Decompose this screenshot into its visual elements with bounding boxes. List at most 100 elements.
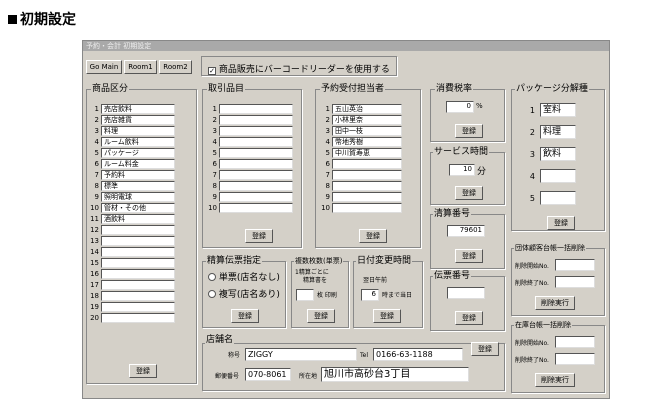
shop-register-button[interactable]: 登録	[471, 342, 499, 356]
room2-button[interactable]: Room2	[159, 60, 192, 74]
product-category-input[interactable]	[101, 247, 175, 257]
trade-item-input[interactable]	[219, 203, 293, 213]
staff-input[interactable]	[332, 159, 402, 169]
trade-item-row: 6	[207, 159, 293, 169]
product-category-input[interactable]: 酒飲料	[101, 214, 175, 224]
staff-input[interactable]	[332, 170, 402, 180]
stock-delete-run-button[interactable]: 削除実行	[535, 373, 575, 387]
staff-input[interactable]	[332, 181, 402, 191]
trade-item-input[interactable]	[219, 137, 293, 147]
product-category-input[interactable]: 売店雑貨	[101, 115, 175, 125]
barcode-checkbox[interactable]: ✓	[208, 67, 216, 75]
product-category-input[interactable]: 売店飲料	[101, 104, 175, 114]
product-category-input[interactable]: ルーム飲料	[101, 137, 175, 147]
package-input[interactable]: 飲料	[540, 147, 576, 161]
staff-input[interactable]: 小林里奈	[332, 115, 402, 125]
tax-register-button[interactable]: 登録	[455, 124, 483, 138]
stock-delete-start-input[interactable]	[555, 336, 595, 348]
product-category-input[interactable]	[101, 225, 175, 235]
group-delete-run-button[interactable]: 削除実行	[535, 296, 575, 310]
product-category-input[interactable]: 管材・その他	[101, 203, 175, 213]
trade-item-input[interactable]	[219, 170, 293, 180]
staff-input[interactable]: 中川賀寿恵	[332, 148, 402, 158]
shop-address-input[interactable]: 旭川市高砂台3丁目	[321, 367, 469, 382]
trade-item-input[interactable]	[219, 104, 293, 114]
slip-no-input[interactable]	[447, 287, 485, 299]
package-input[interactable]	[540, 169, 576, 183]
trade-item-row: 8	[207, 181, 293, 191]
slip-single-radio-row[interactable]: 単票(店名なし)	[208, 270, 280, 283]
slip-no-register-button[interactable]: 登録	[455, 311, 483, 325]
room1-button[interactable]: Room1	[124, 60, 157, 74]
product-category-input[interactable]: 予約料	[101, 170, 175, 180]
staff-input[interactable]	[332, 192, 402, 202]
date-change-note: 翌日午前	[363, 277, 388, 284]
slip-copy-radio-row[interactable]: 複写(店名あり)	[208, 287, 280, 300]
staff-number: 8	[325, 181, 330, 190]
staff-number: 3	[325, 126, 330, 135]
trade-item-input[interactable]	[219, 148, 293, 158]
staff-row: 4 幣地秀樹	[320, 137, 402, 147]
staff-input[interactable]: 幣地秀樹	[332, 137, 402, 147]
shop-zip-input[interactable]: 070-8061	[245, 368, 291, 381]
group-delete-start-input[interactable]	[555, 259, 595, 271]
staff-number: 7	[325, 170, 330, 179]
staff-input[interactable]: 五山英治	[332, 104, 402, 114]
stock-delete-title: 在庫台帳一括削除	[514, 320, 572, 330]
product-category-number: 6	[94, 159, 99, 168]
staff-input[interactable]	[332, 203, 402, 213]
print-count-input[interactable]	[296, 289, 314, 301]
service-time-unit: 分	[477, 167, 487, 177]
product-category-input[interactable]: 標準	[101, 181, 175, 191]
product-category-input[interactable]	[101, 269, 175, 279]
product-category-row: 3 料理	[89, 126, 175, 136]
slip-setting-register-button[interactable]: 登録	[231, 309, 259, 323]
product-category-input[interactable]	[101, 302, 175, 312]
product-category-input[interactable]: 料理	[101, 126, 175, 136]
shop-tel-input[interactable]: 0166-63-1188	[373, 348, 463, 361]
reservation-staff-register-button[interactable]: 登録	[359, 229, 387, 243]
date-change-register-button[interactable]: 登録	[373, 309, 401, 323]
group-delete-end-input[interactable]	[555, 276, 595, 288]
service-time-register-button[interactable]: 登録	[455, 186, 483, 200]
product-category-number: 18	[90, 291, 99, 300]
package-input[interactable]	[540, 191, 576, 205]
staff-input[interactable]: 田中一枝	[332, 126, 402, 136]
print-count-register-button[interactable]: 登録	[307, 309, 335, 323]
trade-item-input[interactable]	[219, 181, 293, 191]
product-category-input[interactable]: 照明電球	[101, 192, 175, 202]
product-category-input[interactable]: ルーム料金	[101, 159, 175, 169]
trade-item-input[interactable]	[219, 126, 293, 136]
stock-delete-end-input[interactable]	[555, 353, 595, 365]
trade-item-number: 3	[212, 126, 217, 135]
package-number: 1	[529, 105, 535, 115]
product-category-input[interactable]: パッケージ	[101, 148, 175, 158]
go-main-button[interactable]: Go Main	[86, 60, 122, 74]
settlement-no-register-button[interactable]: 登録	[455, 249, 483, 263]
product-category-register-button[interactable]: 登録	[129, 364, 157, 378]
trade-item-input[interactable]	[219, 159, 293, 169]
trade-item-input[interactable]	[219, 192, 293, 202]
product-category-input[interactable]	[101, 313, 175, 323]
slip-no-title: 伝票番号	[433, 271, 472, 281]
product-category-input[interactable]	[101, 258, 175, 268]
shop-name-input[interactable]: ZIGGY	[245, 348, 357, 361]
product-category-input[interactable]	[101, 236, 175, 246]
service-time-input[interactable]: 10	[449, 164, 475, 176]
staff-number: 2	[325, 115, 330, 124]
date-change-input[interactable]: 6	[361, 289, 379, 301]
package-input[interactable]: 室料	[540, 103, 576, 117]
barcode-checkbox-row[interactable]: ✓ 商品販売にバーコードリーダーを使用する	[208, 62, 390, 75]
product-category-input[interactable]	[101, 291, 175, 301]
product-category-number: 12	[90, 225, 99, 234]
trade-items-register-button[interactable]: 登録	[245, 229, 273, 243]
tax-input[interactable]: 0	[446, 101, 474, 113]
slip-single-radio[interactable]	[208, 273, 216, 281]
package-input[interactable]: 料理	[540, 125, 576, 139]
settlement-no-input[interactable]: 79601	[447, 225, 485, 237]
trade-item-input[interactable]	[219, 115, 293, 125]
slip-copy-radio[interactable]	[208, 290, 216, 298]
package-register-button[interactable]: 登録	[547, 216, 575, 230]
product-category-row: 14	[89, 247, 175, 257]
product-category-input[interactable]	[101, 280, 175, 290]
